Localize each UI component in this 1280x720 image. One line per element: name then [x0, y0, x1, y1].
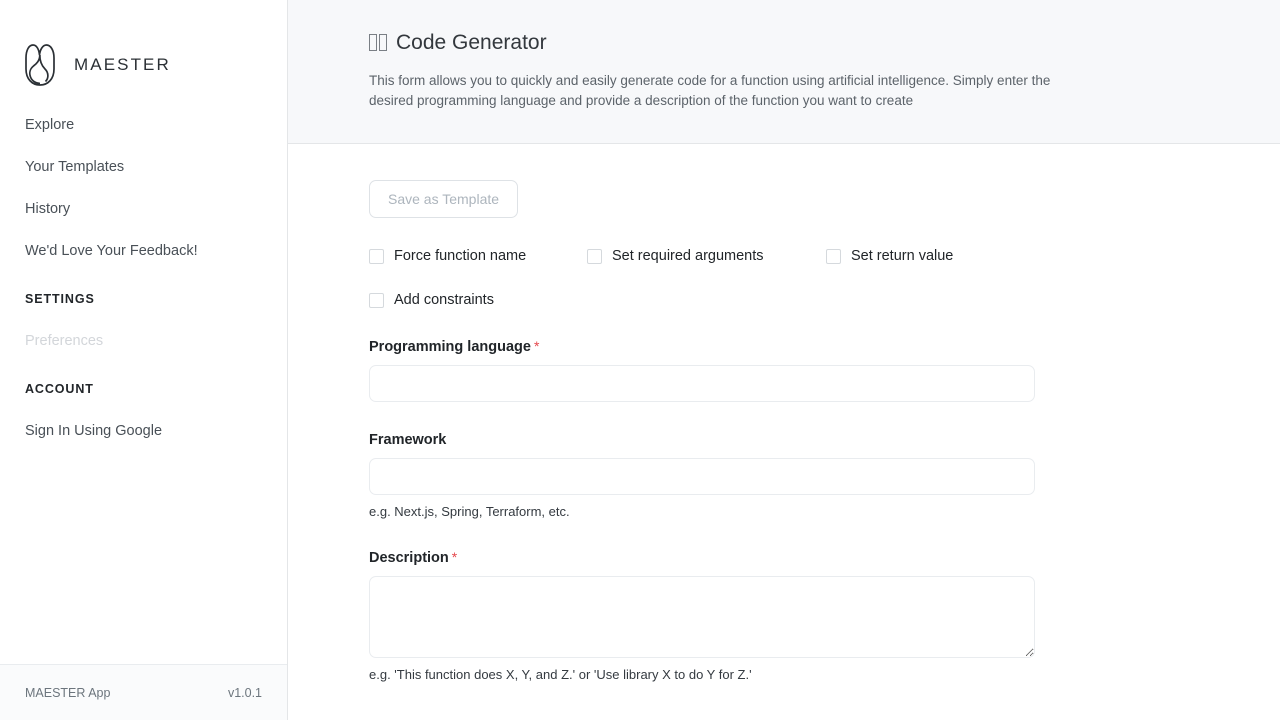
framework-input[interactable] [369, 458, 1035, 495]
checkbox-box-icon[interactable] [369, 249, 384, 264]
checkbox-box-icon[interactable] [587, 249, 602, 264]
options-checkbox-group: Force function name Set required argumen… [369, 249, 1240, 308]
checkbox-add-constraints[interactable]: Add constraints [369, 293, 1240, 308]
brand-name: MAESTER [74, 55, 171, 74]
checkbox-box-icon[interactable] [826, 249, 841, 264]
framework-help-text: e.g. Next.js, Spring, Terraform, etc. [369, 504, 570, 519]
field-programming-language: Programming language * [369, 338, 1240, 402]
description-help-text: e.g. 'This function does X, Y, and Z.' o… [369, 667, 752, 682]
sidebar-section-settings: SETTINGS [25, 292, 95, 306]
sidebar-nav: Explore Your Templates History We'd Love… [0, 104, 287, 452]
checkbox-label: Add constraints [394, 292, 494, 309]
checkbox-set-required-arguments[interactable]: Set required arguments [587, 249, 826, 264]
required-asterisk: * [451, 549, 458, 565]
field-description: Description * e.g. 'This function does X,… [369, 549, 1240, 682]
sidebar-item-sign-in-google[interactable]: Sign In Using Google [25, 410, 287, 452]
sidebar-item-preferences: Preferences [25, 332, 104, 349]
label-text: Programming language [369, 339, 531, 355]
programming-language-input[interactable] [369, 365, 1035, 402]
page-description: This form allows you to quickly and easi… [369, 73, 1051, 109]
sidebar-item-history[interactable]: History [25, 188, 287, 230]
missing-glyph-emoji-icon [369, 34, 387, 52]
sidebar: MAESTER Explore Your Templates History W… [0, 0, 288, 720]
page-title: Code Generator [369, 30, 1240, 55]
page-title-text: Code Generator [396, 31, 547, 54]
description-label: Description * [369, 549, 1240, 566]
page-header: Code Generator This form allows you to q… [288, 0, 1280, 144]
programming-language-label: Programming language * [369, 338, 1240, 355]
sidebar-section-account: ACCOUNT [25, 382, 94, 396]
label-text: Description [369, 550, 449, 566]
save-as-template-button[interactable]: Save as Template [369, 180, 519, 218]
footer-app-name: MAESTER App [25, 685, 111, 700]
brand[interactable]: MAESTER [0, 0, 287, 104]
checkbox-box-icon[interactable] [369, 293, 384, 308]
checkbox-label: Set return value [851, 248, 954, 265]
description-textarea[interactable] [369, 576, 1035, 658]
field-framework: Framework e.g. Next.js, Spring, Terrafor… [369, 432, 1240, 519]
required-asterisk: * [533, 338, 540, 354]
checkbox-label: Set required arguments [612, 248, 764, 265]
main-content: Code Generator This form allows you to q… [288, 0, 1280, 720]
maester-logo-icon [25, 44, 55, 86]
sidebar-item-your-templates[interactable]: Your Templates [25, 146, 287, 188]
checkbox-set-return-value[interactable]: Set return value [826, 249, 953, 264]
checkbox-force-function-name[interactable]: Force function name [369, 249, 587, 264]
app-root: MAESTER Explore Your Templates History W… [0, 0, 1280, 720]
sidebar-footer: MAESTER App v1.0.1 [0, 664, 287, 720]
checkbox-label: Force function name [394, 248, 527, 265]
framework-label: Framework [369, 432, 447, 448]
sidebar-item-explore[interactable]: Explore [25, 104, 287, 146]
sidebar-item-feedback[interactable]: We'd Love Your Feedback! [25, 230, 287, 272]
footer-version: v1.0.1 [227, 685, 262, 700]
code-generator-form: Save as Template Force function name Set… [288, 144, 1280, 720]
